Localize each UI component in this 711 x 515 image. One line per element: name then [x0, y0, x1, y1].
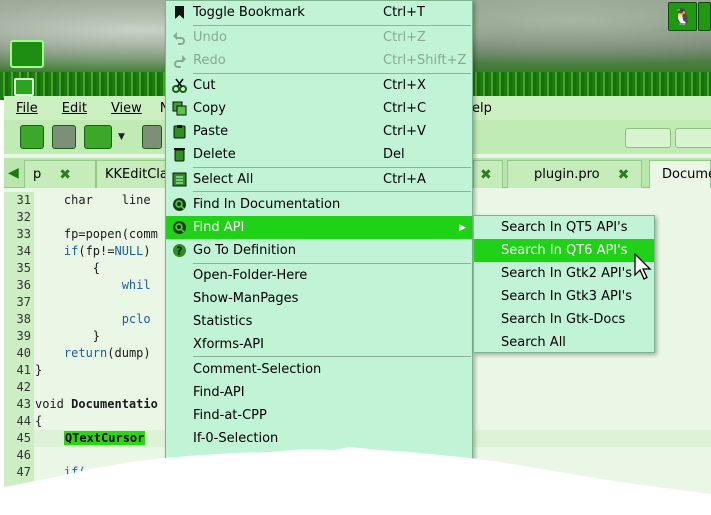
- menu-item-find-in-documentation[interactable]: Find In Documentation: [166, 193, 472, 216]
- menu-item-copy[interactable]: Copy Ctrl+C: [166, 97, 472, 120]
- menu-item-select-all[interactable]: Select All Ctrl+A: [166, 168, 472, 191]
- submenu-item-gtk2[interactable]: Search In Gtk2 API's: [474, 262, 654, 285]
- back-icon[interactable]: [142, 125, 162, 149]
- save-icon[interactable]: [52, 125, 76, 149]
- menu-item-delete[interactable]: Delete Del: [166, 143, 472, 166]
- trash-icon: [174, 148, 185, 162]
- context-menu: Toggle Bookmark Ctrl+T Undo Ctrl+Z Redo …: [165, 0, 473, 460]
- tux-icon[interactable]: 🐧: [668, 2, 697, 31]
- tab-plugin-pro[interactable]: plugin.pro ✖: [507, 160, 642, 188]
- question-icon: ?: [173, 244, 186, 258]
- menu-item-find-api-tool[interactable]: Find-API: [166, 381, 472, 404]
- line-number: 39: [16, 329, 31, 343]
- new-file-icon[interactable]: [20, 125, 44, 149]
- line-number: 44: [16, 414, 31, 428]
- search-doc-icon: [173, 198, 186, 211]
- menu-item-redo[interactable]: Redo Ctrl+Shift+Z: [166, 49, 472, 72]
- tab-label: plugin.pro: [534, 167, 600, 182]
- menu-file[interactable]: File: [4, 101, 50, 116]
- close-icon[interactable]: ✖: [480, 167, 492, 183]
- scissors-icon: [172, 78, 187, 93]
- submenu-item-qt6[interactable]: Search In QT6 API's: [474, 239, 654, 262]
- undo-icon: [173, 32, 185, 45]
- line-number: 35: [16, 261, 31, 275]
- tab-documentation[interactable]: Docume: [649, 160, 711, 188]
- paste-icon: [173, 125, 186, 139]
- line-number: 40: [16, 346, 31, 360]
- line-number: 43: [16, 397, 31, 411]
- line-number: 32: [16, 210, 31, 224]
- line-number: 34: [16, 244, 31, 258]
- submenu-item-search-all[interactable]: Search All: [474, 331, 654, 354]
- svg-text:?: ?: [176, 245, 182, 258]
- tab-label: p: [33, 167, 42, 182]
- chevron-down-icon[interactable]: ▼: [118, 132, 125, 142]
- submenu-item-gtk-docs[interactable]: Search In Gtk-Docs: [474, 308, 654, 331]
- menu-item-paste[interactable]: Paste Ctrl+V: [166, 120, 472, 143]
- menu-item-undo[interactable]: Undo Ctrl+Z: [166, 26, 472, 49]
- tab-scroll-left-icon[interactable]: ◀: [8, 166, 22, 180]
- redo-icon: [174, 55, 186, 68]
- close-icon[interactable]: ✖: [59, 167, 71, 183]
- torn-paper-edge: [0, 447, 711, 515]
- tab-1[interactable]: KKEditCla: [96, 160, 176, 188]
- line-number: 36: [16, 278, 31, 292]
- tab-label: Docume: [662, 167, 711, 182]
- search-api-icon: [173, 221, 186, 234]
- submenu-item-qt5[interactable]: Search In QT5 API's: [474, 216, 654, 239]
- close-icon[interactable]: ✖: [618, 167, 630, 183]
- menu-item-show-manpages[interactable]: Show-ManPages: [166, 287, 472, 310]
- line-number: 33: [16, 227, 31, 241]
- desktop-monitor-icon[interactable]: [10, 40, 44, 68]
- menu-item-xforms-api[interactable]: Xforms-API: [166, 333, 472, 356]
- line-number: 41: [16, 363, 31, 377]
- menu-item-toggle-bookmark[interactable]: Toggle Bookmark Ctrl+T: [166, 1, 472, 24]
- menu-view[interactable]: View: [99, 101, 154, 116]
- line-number: 31: [16, 193, 31, 207]
- bookmark-icon: [175, 6, 184, 19]
- menu-edit[interactable]: Edit: [50, 101, 99, 116]
- menu-item-go-to-definition[interactable]: ? Go To Definition: [166, 239, 472, 262]
- menu-item-find-at-cpp[interactable]: Find-at-CPP: [166, 404, 472, 427]
- tab-hidden[interactable]: ✖: [473, 160, 503, 188]
- menu-item-cut[interactable]: Cut Ctrl+X: [166, 74, 472, 97]
- toolbar-input-2[interactable]: [675, 128, 711, 148]
- desktop-app-icon[interactable]: [14, 78, 34, 96]
- submenu-item-gtk3[interactable]: Search In Gtk3 API's: [474, 285, 654, 308]
- tab-label: KKEditCla: [105, 167, 168, 182]
- line-number: 42: [16, 380, 31, 394]
- toolbar-input-1[interactable]: [625, 128, 671, 148]
- menu-separator: [193, 356, 471, 357]
- tab-0[interactable]: p ✖: [24, 160, 96, 188]
- select-all-icon: [172, 172, 187, 187]
- menu-item-open-folder-here[interactable]: Open-Folder-Here: [166, 264, 472, 287]
- menu-separator: [193, 191, 471, 192]
- open-folder-icon[interactable]: [84, 125, 112, 149]
- tray-icon[interactable]: [698, 2, 711, 31]
- copy-icon: [172, 101, 187, 116]
- menu-item-statistics[interactable]: Statistics: [166, 310, 472, 333]
- chevron-right-icon: ▶: [459, 222, 466, 233]
- mouse-pointer-icon: [634, 253, 652, 280]
- menu-item-find-api[interactable]: Find API ▶: [166, 216, 472, 239]
- line-number: 37: [16, 295, 31, 309]
- find-api-submenu: Search In QT5 API's Search In QT6 API's …: [473, 215, 655, 353]
- menu-item-comment-selection[interactable]: Comment-Selection: [166, 358, 472, 381]
- line-number: 38: [16, 312, 31, 326]
